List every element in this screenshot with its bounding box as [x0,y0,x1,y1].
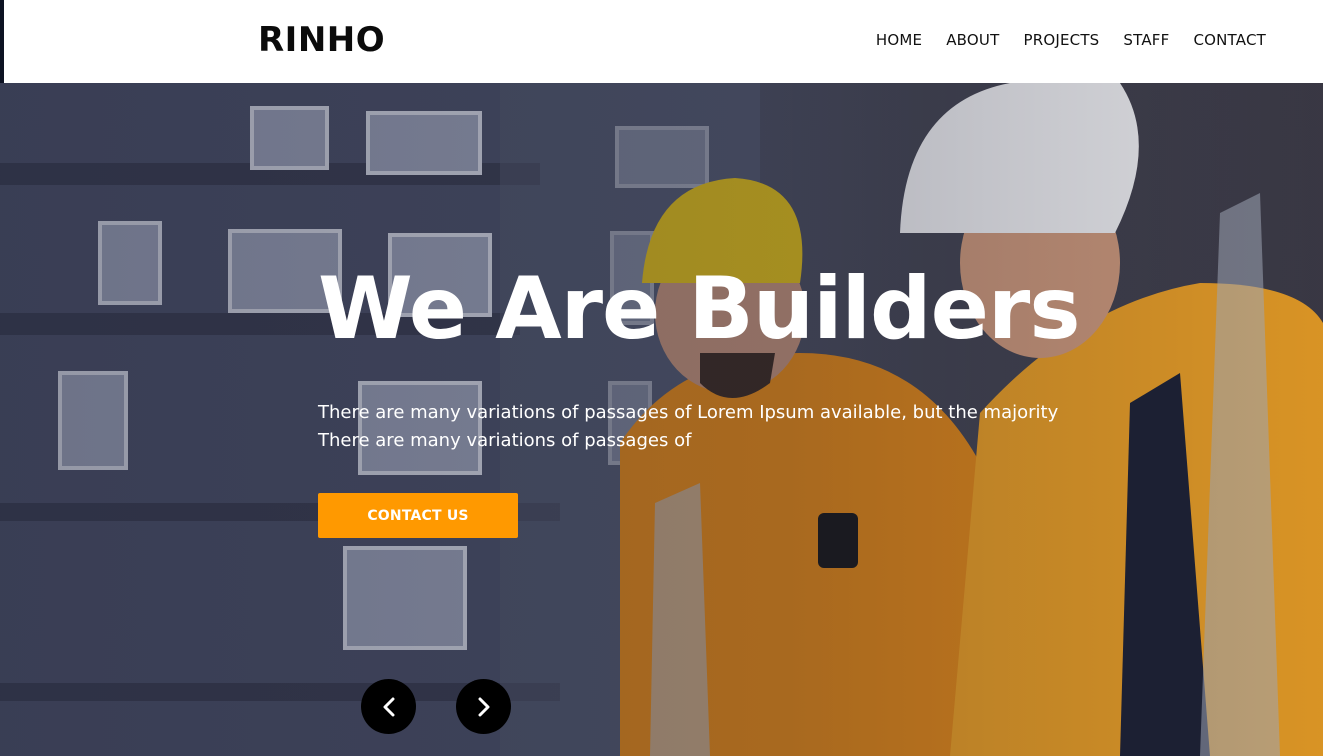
chevron-left-icon [383,697,394,716]
nav-home[interactable]: HOME [876,31,922,49]
main-nav: HOME ABOUT PROJECTS STAFF CONTACT [876,31,1266,49]
carousel-next-button[interactable] [456,679,511,734]
contact-us-button[interactable]: CONTACT US [318,493,518,538]
site-logo[interactable]: RINHO [258,20,385,60]
hero-slider: We Are Builders There are many variation… [0,83,1323,756]
nav-about[interactable]: ABOUT [946,31,999,49]
nav-projects[interactable]: PROJECTS [1023,31,1099,49]
hero-title: We Are Builders [318,259,1081,359]
chevron-right-icon [478,697,489,716]
nav-staff[interactable]: STAFF [1123,31,1169,49]
hero-description: There are many variations of passages of… [318,399,1058,455]
hero-description-line-1: There are many variations of passages of… [318,402,1059,423]
carousel-prev-button[interactable] [361,679,416,734]
hero-description-line-2: There are many variations of passages of [318,430,692,451]
header-bar: RINHO HOME ABOUT PROJECTS STAFF CONTACT [4,0,1323,83]
nav-contact[interactable]: CONTACT [1193,31,1266,49]
site-header: RINHO HOME ABOUT PROJECTS STAFF CONTACT [0,0,1323,83]
